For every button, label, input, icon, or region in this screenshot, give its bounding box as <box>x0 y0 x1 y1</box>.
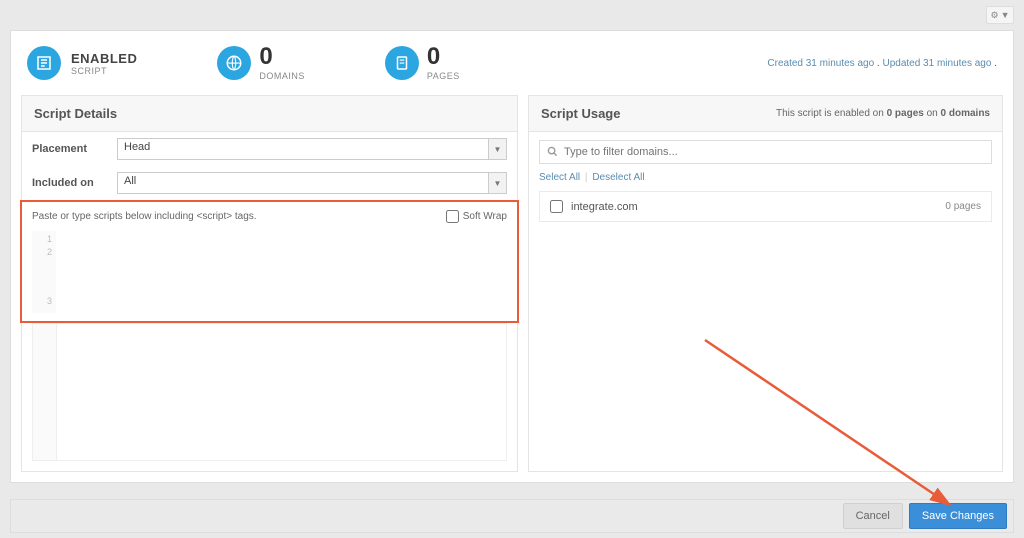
soft-wrap-label: Soft Wrap <box>463 211 507 222</box>
usage-summary-pages: 0 pages <box>887 108 924 119</box>
script-usage-header: Script Usage This script is enabled on 0… <box>529 96 1002 132</box>
soft-wrap-checkbox[interactable] <box>446 210 459 223</box>
line-number: 2 <box>32 246 52 259</box>
line-number: 3 <box>32 295 52 308</box>
select-links: Select All | Deselect All <box>529 172 1002 191</box>
timestamp-trailing-dot: . <box>991 58 997 69</box>
editor-instructions-row: Paste or type scripts below including <s… <box>22 202 517 231</box>
settings-gear-dropdown[interactable]: ⚙ ▼ <box>986 6 1014 24</box>
chevron-down-icon: ▼ <box>1001 10 1010 20</box>
line-number: 1 <box>32 233 52 246</box>
top-bar: ⚙ ▼ <box>0 0 1024 30</box>
included-on-row: Included on All ▼ <box>22 166 517 200</box>
domains-count-block: 0 DOMAINS <box>217 43 305 83</box>
deselect-all-link[interactable]: Deselect All <box>592 172 644 183</box>
globe-icon <box>217 46 251 80</box>
script-details-header: Script Details <box>22 96 517 132</box>
script-usage-title: Script Usage <box>541 106 620 121</box>
status-sublabel: SCRIPT <box>71 66 137 76</box>
placement-row: Placement Head ▼ <box>22 132 517 166</box>
editor-gutter <box>33 324 57 460</box>
code-editor-extra[interactable] <box>32 323 507 461</box>
main-card: ENABLED SCRIPT 0 DOMAINS 0 PAGES Created <box>10 30 1014 483</box>
domains-count: 0 <box>259 43 305 71</box>
editor-highlight-box: Paste or type scripts below including <s… <box>20 200 519 323</box>
script-details-title: Script Details <box>34 106 117 121</box>
editor-gutter: 1 2 3 <box>32 231 56 313</box>
status-text: ENABLED SCRIPT <box>71 51 137 76</box>
usage-summary-prefix: This script is enabled on <box>776 108 887 119</box>
usage-summary-domains: 0 domains <box>941 108 990 119</box>
editor-instructions: Paste or type scripts below including <s… <box>32 211 257 222</box>
updated-link[interactable]: Updated 31 minutes ago <box>882 58 991 69</box>
save-changes-button[interactable]: Save Changes <box>909 503 1007 529</box>
pages-count-block: 0 PAGES <box>385 43 460 83</box>
soft-wrap-toggle[interactable]: Soft Wrap <box>446 210 507 223</box>
domain-page-count: 0 pages <box>945 201 981 212</box>
script-usage-panel: Script Usage This script is enabled on 0… <box>528 95 1003 472</box>
status-title: ENABLED <box>71 51 137 66</box>
editor-content[interactable] <box>56 231 507 313</box>
script-icon <box>27 46 61 80</box>
usage-summary: This script is enabled on 0 pages on 0 d… <box>776 108 990 119</box>
pages-label: PAGES <box>427 71 460 83</box>
included-on-select[interactable]: All ▼ <box>117 172 507 194</box>
status-block: ENABLED SCRIPT <box>27 46 137 80</box>
code-editor[interactable]: 1 2 3 <box>32 231 507 313</box>
domain-name: integrate.com <box>571 201 638 213</box>
summary-header: ENABLED SCRIPT 0 DOMAINS 0 PAGES Created <box>11 31 1013 95</box>
domain-filter-input[interactable] <box>539 140 992 164</box>
domain-filter-row <box>529 132 1002 172</box>
domain-row[interactable]: integrate.com 0 pages <box>539 191 992 222</box>
cancel-button[interactable]: Cancel <box>843 503 903 529</box>
timestamps: Created 31 minutes ago . Updated 31 minu… <box>767 58 997 69</box>
search-icon <box>547 146 558 160</box>
domain-checkbox[interactable] <box>550 200 563 213</box>
included-on-value: All <box>117 172 507 194</box>
domains-label: DOMAINS <box>259 71 305 83</box>
included-on-label: Included on <box>32 177 107 189</box>
gear-icon: ⚙ <box>991 10 999 21</box>
pages-icon <box>385 46 419 80</box>
pages-count: 0 <box>427 43 460 71</box>
placement-value: Head <box>117 138 507 160</box>
select-all-link[interactable]: Select All <box>539 172 580 183</box>
content-row: Script Details Placement Head ▼ Included… <box>11 95 1013 482</box>
usage-summary-on: on <box>924 108 941 119</box>
divider: | <box>585 172 588 183</box>
created-link[interactable]: Created 31 minutes ago <box>767 58 874 69</box>
script-details-panel: Script Details Placement Head ▼ Included… <box>21 95 518 472</box>
placement-select[interactable]: Head ▼ <box>117 138 507 160</box>
placement-label: Placement <box>32 143 107 155</box>
footer-actions: Cancel Save Changes <box>10 499 1014 533</box>
